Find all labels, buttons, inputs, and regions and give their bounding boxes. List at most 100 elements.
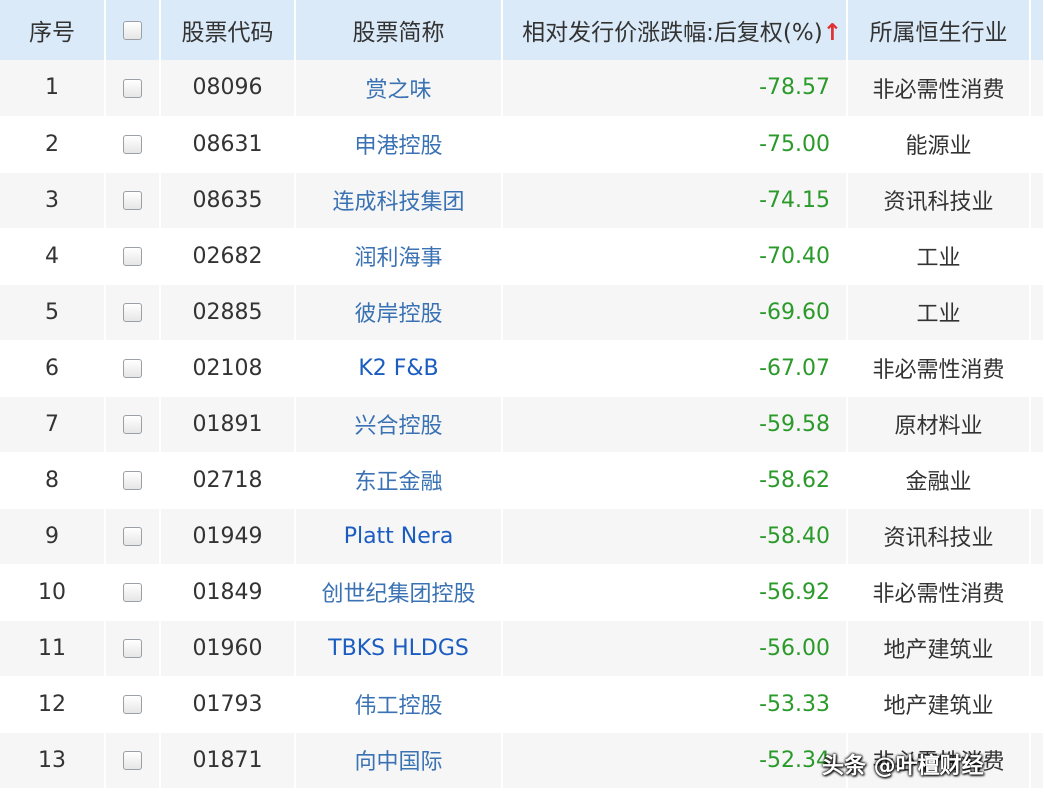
- row-extra-cell: [1030, 284, 1044, 341]
- sort-ascending-icon[interactable]: ↑: [823, 20, 842, 46]
- table-row[interactable]: 4 02682 润利海事 -70.40 工业: [0, 228, 1044, 285]
- select-all-checkbox[interactable]: [123, 21, 142, 40]
- stock-name-link[interactable]: 赏之味: [295, 60, 503, 117]
- stock-name-link[interactable]: 彼岸控股: [295, 284, 503, 341]
- row-index: 1: [0, 60, 106, 117]
- header-select-all[interactable]: [105, 0, 161, 60]
- row-select-cell[interactable]: [105, 60, 161, 117]
- table-row[interactable]: 5 02885 彼岸控股 -69.60 工业: [0, 284, 1044, 341]
- row-checkbox[interactable]: [123, 415, 142, 434]
- header-extra: [1030, 0, 1044, 60]
- industry-value: 能源业: [847, 116, 1031, 173]
- stock-code: 08635: [160, 172, 296, 229]
- row-extra-cell: [1030, 452, 1044, 509]
- row-select-cell[interactable]: [105, 340, 161, 397]
- stock-name-link[interactable]: K2 F&B: [295, 340, 503, 397]
- row-index: 12: [0, 676, 106, 733]
- row-select-cell[interactable]: [105, 228, 161, 285]
- row-select-cell[interactable]: [105, 620, 161, 677]
- stock-name-link[interactable]: Platt Nera: [295, 508, 503, 565]
- row-extra-cell: [1030, 116, 1044, 173]
- row-index: 13: [0, 732, 106, 789]
- table-row[interactable]: 10 01849 创世纪集团控股 -56.92 非必需性消费: [0, 564, 1044, 621]
- row-index: 6: [0, 340, 106, 397]
- industry-value: 非必需性消费: [847, 60, 1031, 117]
- row-index: 10: [0, 564, 106, 621]
- table-row[interactable]: 6 02108 K2 F&B -67.07 非必需性消费: [0, 340, 1044, 397]
- table-row[interactable]: 11 01960 TBKS HLDGS -56.00 地产建筑业: [0, 620, 1044, 677]
- table-row[interactable]: 2 08631 申港控股 -75.00 能源业: [0, 116, 1044, 173]
- price-change-value: -56.00: [502, 620, 848, 677]
- row-select-cell[interactable]: [105, 508, 161, 565]
- row-checkbox[interactable]: [123, 751, 142, 770]
- table-row[interactable]: 3 08635 连成科技集团 -74.15 资讯科技业: [0, 172, 1044, 229]
- row-checkbox[interactable]: [123, 78, 142, 98]
- stock-code: 02682: [160, 228, 296, 285]
- row-checkbox[interactable]: [123, 303, 142, 322]
- stock-code: 08631: [160, 116, 296, 173]
- row-checkbox[interactable]: [123, 583, 142, 602]
- row-checkbox[interactable]: [123, 191, 142, 210]
- header-code[interactable]: 股票代码: [160, 0, 296, 60]
- stock-code: 01793: [160, 676, 296, 733]
- row-extra-cell: [1030, 396, 1044, 453]
- price-change-value: -52.34: [502, 732, 848, 789]
- row-select-cell[interactable]: [105, 564, 161, 621]
- industry-value: 金融业: [847, 452, 1031, 509]
- price-change-value: -75.00: [502, 116, 848, 173]
- row-select-cell[interactable]: [105, 732, 161, 789]
- table-row[interactable]: 12 01793 伟工控股 -53.33 地产建筑业: [0, 676, 1044, 733]
- stock-name-link[interactable]: 兴合控股: [295, 396, 503, 453]
- industry-value: 地产建筑业: [847, 676, 1031, 733]
- header-industry[interactable]: 所属恒生行业: [847, 0, 1031, 60]
- table-row[interactable]: 8 02718 东正金融 -58.62 金融业: [0, 452, 1044, 509]
- price-change-value: -70.40: [502, 228, 848, 285]
- industry-value: 资讯科技业: [847, 508, 1031, 565]
- row-index: 7: [0, 396, 106, 453]
- row-index: 9: [0, 508, 106, 565]
- industry-value: 工业: [847, 228, 1031, 285]
- row-select-cell[interactable]: [105, 116, 161, 173]
- header-change-label: 相对发行价涨跌幅:后复权(%): [522, 20, 823, 46]
- row-index: 4: [0, 228, 106, 285]
- row-index: 2: [0, 116, 106, 173]
- price-change-value: -58.62: [502, 452, 848, 509]
- header-name[interactable]: 股票简称: [295, 0, 503, 60]
- row-checkbox[interactable]: [123, 247, 142, 266]
- row-select-cell[interactable]: [105, 676, 161, 733]
- row-checkbox[interactable]: [123, 471, 142, 490]
- table-row[interactable]: 9 01949 Platt Nera -58.40 资讯科技业: [0, 508, 1044, 565]
- industry-value: 地产建筑业: [847, 620, 1031, 677]
- stock-name-link[interactable]: 连成科技集团: [295, 172, 503, 229]
- table-row[interactable]: 7 01891 兴合控股 -59.58 原材料业: [0, 396, 1044, 453]
- stock-name-link[interactable]: 向中国际: [295, 732, 503, 789]
- header-change[interactable]: 相对发行价涨跌幅:后复权(%)↑: [502, 0, 848, 60]
- row-select-cell[interactable]: [105, 452, 161, 509]
- stock-code: 01871: [160, 732, 296, 789]
- industry-value: 工业: [847, 284, 1031, 341]
- header-index[interactable]: 序号: [0, 0, 106, 60]
- stock-name-link[interactable]: 创世纪集团控股: [295, 564, 503, 621]
- row-extra-cell: [1030, 564, 1044, 621]
- stock-name-link[interactable]: 申港控股: [295, 116, 503, 173]
- stock-name-link[interactable]: 伟工控股: [295, 676, 503, 733]
- row-checkbox[interactable]: [123, 359, 142, 378]
- row-index: 3: [0, 172, 106, 229]
- row-extra-cell: [1030, 60, 1044, 117]
- row-checkbox[interactable]: [123, 695, 142, 714]
- row-extra-cell: [1030, 340, 1044, 397]
- row-index: 5: [0, 284, 106, 341]
- row-select-cell[interactable]: [105, 172, 161, 229]
- row-checkbox[interactable]: [123, 639, 142, 658]
- row-select-cell[interactable]: [105, 284, 161, 341]
- stock-name-link[interactable]: 东正金融: [295, 452, 503, 509]
- row-select-cell[interactable]: [105, 396, 161, 453]
- stock-name-link[interactable]: 润利海事: [295, 228, 503, 285]
- industry-value: 非必需性消费: [847, 564, 1031, 621]
- table-body: 1 08096 赏之味 -78.57 非必需性消费 2 08631 申港控股 -75.00 能源业…: [0, 60, 1044, 789]
- row-checkbox[interactable]: [123, 527, 142, 546]
- table-row[interactable]: 1 08096 赏之味 -78.57 非必需性消费: [0, 60, 1044, 117]
- stock-code: 02718: [160, 452, 296, 509]
- row-checkbox[interactable]: [123, 135, 142, 154]
- stock-name-link[interactable]: TBKS HLDGS: [295, 620, 503, 677]
